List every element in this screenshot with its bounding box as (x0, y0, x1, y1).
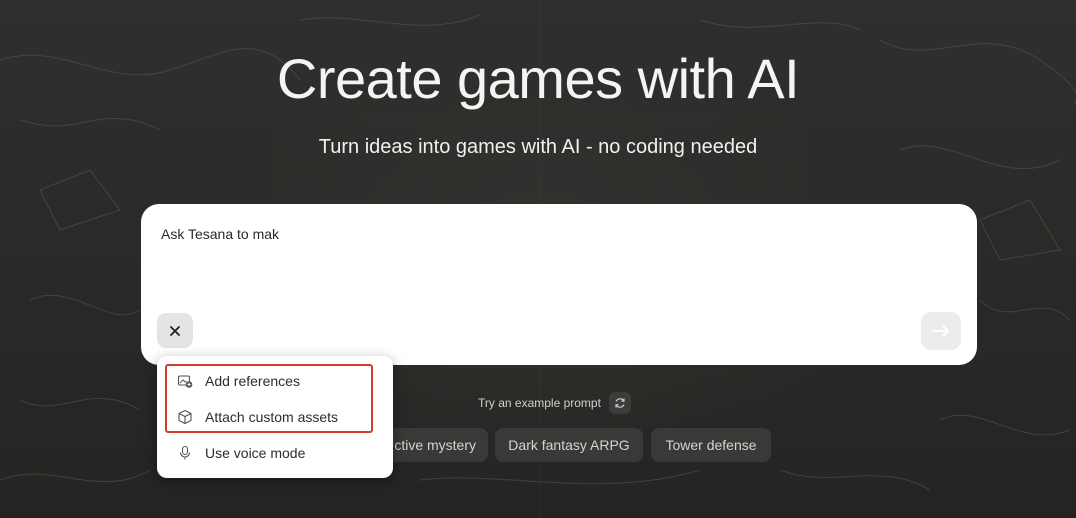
menu-item-use-voice-mode[interactable]: Use voice mode (157, 436, 393, 470)
refresh-icon (615, 398, 625, 408)
example-chip-label: ctive mystery (394, 437, 476, 453)
refresh-examples-button[interactable] (608, 392, 631, 414)
menu-item-label: Use voice mode (205, 445, 306, 461)
page-subtitle: Turn ideas into games with AI - no codin… (318, 136, 758, 158)
prompt-input[interactable] (161, 226, 861, 242)
microphone-icon (179, 445, 191, 460)
example-chip-label: Dark fantasy ARPG (508, 437, 630, 453)
example-chip-tower-defense[interactable]: Tower defense (651, 428, 771, 462)
example-chip-dark-fantasy[interactable]: Dark fantasy ARPG (495, 428, 643, 462)
example-chip-label: Tower defense (665, 437, 757, 453)
annotation-highlight-box (165, 364, 373, 433)
close-icon (170, 325, 180, 336)
close-attachments-button[interactable] (157, 313, 193, 348)
arrow-right-icon (932, 325, 949, 337)
prompt-card (141, 204, 977, 365)
submit-button[interactable] (921, 312, 961, 350)
example-prompt-label: Try an example prompt (478, 396, 601, 410)
page-title: Create games with AI (276, 47, 800, 110)
example-prompt-row: Try an example prompt (478, 392, 631, 414)
